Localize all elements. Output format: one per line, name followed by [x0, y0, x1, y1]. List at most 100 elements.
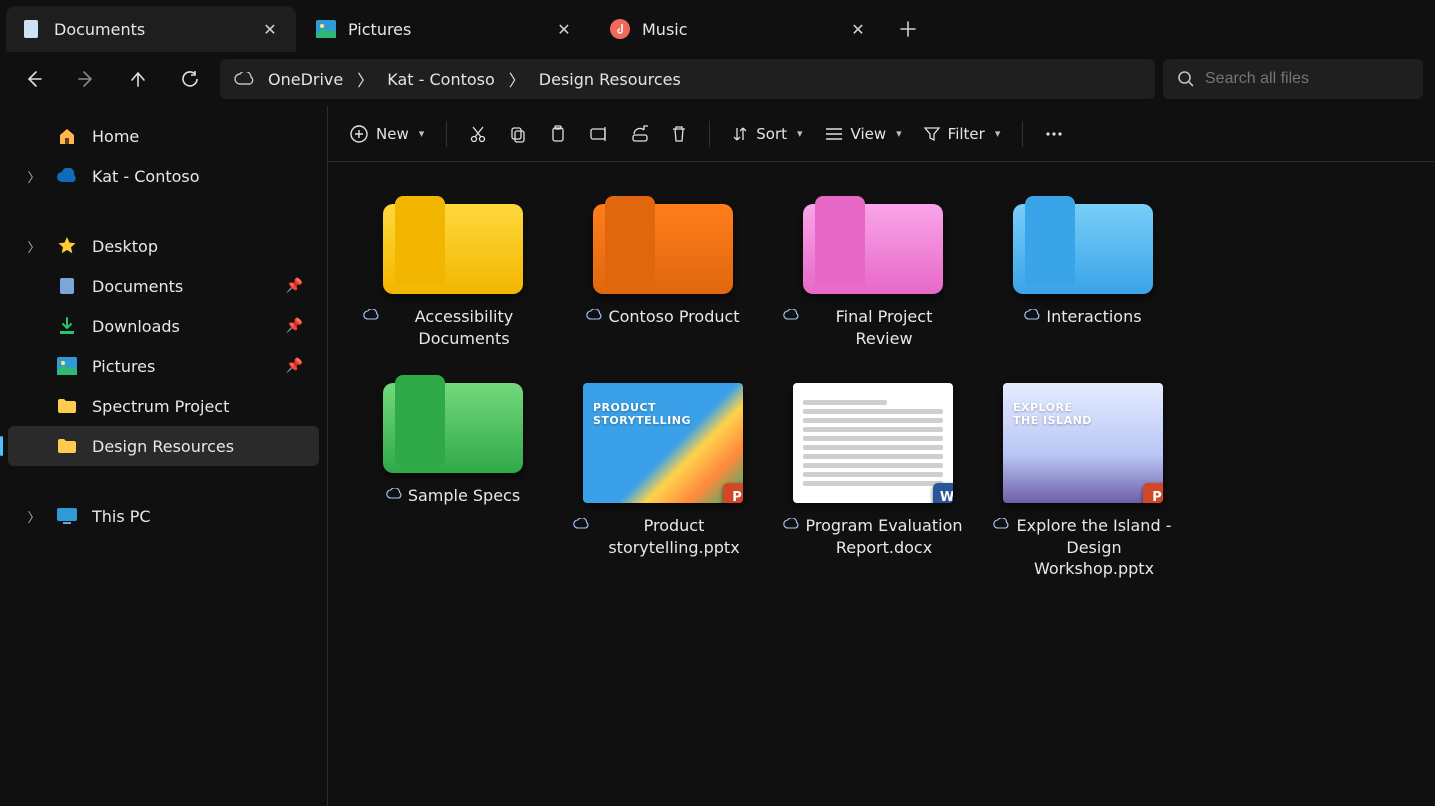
folder-item[interactable]: Accessibility Documents [358, 184, 548, 349]
sidebar-item-label: Pictures [92, 357, 155, 376]
new-tab-button[interactable] [888, 9, 928, 49]
new-button[interactable]: New ▾ [340, 116, 434, 152]
item-label: Contoso Product [586, 306, 739, 328]
sidebar-item-label: Desktop [92, 237, 158, 256]
tab-close-button[interactable]: ✕ [256, 15, 284, 43]
folder-icon [803, 184, 943, 294]
item-label: Final Project Review [783, 306, 963, 349]
pin-icon: 📌 [286, 278, 303, 294]
onedrive-icon [56, 165, 78, 187]
folder-icon [56, 395, 78, 417]
paste-button[interactable] [539, 116, 577, 152]
word-badge-icon: W [933, 483, 953, 503]
item-label: Interactions [1024, 306, 1141, 328]
filter-button[interactable]: Filter ▾ [914, 116, 1011, 152]
documents-icon [22, 19, 42, 39]
folder-item[interactable]: Sample Specs [358, 363, 548, 580]
sidebar-item-label: Downloads [92, 317, 180, 336]
tab-label: Music [642, 20, 832, 39]
powerpoint-badge-icon: P [1143, 483, 1163, 503]
cloud-icon [993, 518, 1009, 530]
search-input[interactable] [1205, 70, 1409, 88]
sidebar-item-onedrive[interactable]: 〉 Kat - Contoso [8, 156, 319, 196]
tab-bar: Documents ✕ Pictures ✕ Music ✕ [0, 0, 1435, 52]
content-pane: New ▾ Sort ▾ View ▾ Filter [328, 106, 1435, 806]
refresh-button[interactable] [168, 59, 212, 99]
sidebar-item-downloads[interactable]: Downloads 📌 [8, 306, 319, 346]
chevron-down-icon: ▾ [419, 127, 425, 140]
sidebar-item-this-pc[interactable]: 〉 This PC [8, 496, 319, 536]
tab-pictures[interactable]: Pictures ✕ [300, 6, 590, 52]
tab-close-button[interactable]: ✕ [550, 15, 578, 43]
sidebar-item-label: Kat - Contoso [92, 167, 200, 186]
more-button[interactable] [1035, 116, 1073, 152]
up-button[interactable] [116, 59, 160, 99]
cloud-icon [586, 309, 602, 321]
cloud-icon [783, 309, 799, 321]
sort-button[interactable]: Sort ▾ [722, 116, 812, 152]
chevron-right-icon: 〉 [26, 507, 42, 526]
rename-button[interactable] [579, 116, 619, 152]
cloud-icon [573, 518, 589, 530]
folder-item[interactable]: Interactions [988, 184, 1178, 349]
pin-icon: 📌 [286, 318, 303, 334]
sidebar-item-label: Documents [92, 277, 183, 296]
cloud-icon [234, 72, 254, 86]
cloud-icon [363, 309, 379, 321]
documents-icon [56, 275, 78, 297]
tab-label: Documents [54, 20, 244, 39]
tab-music[interactable]: Music ✕ [594, 6, 884, 52]
file-thumbnail: PRODUCTSTORYTELLINGP [583, 383, 743, 503]
sidebar-item-design-resources[interactable]: Design Resources [8, 426, 319, 466]
tab-documents[interactable]: Documents ✕ [6, 6, 296, 52]
folder-item[interactable]: Contoso Product [568, 184, 758, 349]
chevron-down-icon: ▾ [797, 127, 803, 140]
copy-button[interactable] [499, 116, 537, 152]
sidebar-item-spectrum[interactable]: Spectrum Project [8, 386, 319, 426]
search-box[interactable] [1163, 59, 1423, 99]
breadcrumb-segment[interactable]: OneDrive [264, 70, 347, 89]
sidebar-item-label: Spectrum Project [92, 397, 229, 416]
star-icon [56, 235, 78, 257]
sidebar-item-desktop[interactable]: 〉 Desktop [8, 226, 319, 266]
file-item[interactable]: WProgram Evaluation Report.docx [778, 363, 968, 580]
file-grid: Accessibility Documents Contoso Product Fi… [328, 162, 1435, 602]
file-item[interactable]: PRODUCTSTORYTELLINGP Product storytelling… [568, 363, 758, 580]
pictures-icon [316, 19, 336, 39]
sidebar-item-home[interactable]: Home [8, 116, 319, 156]
chevron-right-icon: 〉 [509, 67, 525, 91]
folder-icon [383, 363, 523, 473]
folder-item[interactable]: Final Project Review [778, 184, 968, 349]
file-thumbnail: W [793, 383, 953, 503]
sidebar-item-label: This PC [92, 507, 151, 526]
back-button[interactable] [12, 59, 56, 99]
breadcrumb-segment[interactable]: Kat - Contoso [383, 70, 499, 89]
sidebar: Home 〉 Kat - Contoso 〉 Desktop Documents… [0, 106, 328, 806]
forward-button[interactable] [64, 59, 108, 99]
folder-icon [383, 184, 523, 294]
cloud-icon [386, 488, 402, 500]
address-bar[interactable]: OneDrive 〉 Kat - Contoso 〉 Design Resour… [220, 59, 1155, 99]
music-icon [610, 19, 630, 39]
cloud-icon [783, 518, 799, 530]
sidebar-item-label: Design Resources [92, 437, 234, 456]
share-button[interactable] [621, 116, 659, 152]
tab-label: Pictures [348, 20, 538, 39]
view-button[interactable]: View ▾ [815, 116, 912, 152]
sidebar-item-documents[interactable]: Documents 📌 [8, 266, 319, 306]
item-label: Product storytelling.pptx [573, 515, 753, 558]
breadcrumb-segment[interactable]: Design Resources [535, 70, 685, 89]
home-icon [56, 125, 78, 147]
tab-close-button[interactable]: ✕ [844, 15, 872, 43]
delete-button[interactable] [661, 116, 697, 152]
sidebar-item-pictures[interactable]: Pictures 📌 [8, 346, 319, 386]
item-label: Sample Specs [386, 485, 520, 507]
sidebar-item-label: Home [92, 127, 139, 146]
chevron-right-icon: 〉 [357, 67, 373, 91]
file-item[interactable]: EXPLORETHE ISLANDPExplore the Island - D… [988, 363, 1178, 580]
nav-row: OneDrive 〉 Kat - Contoso 〉 Design Resour… [0, 52, 1435, 106]
cut-button[interactable] [459, 116, 497, 152]
folder-icon [593, 184, 733, 294]
command-bar: New ▾ Sort ▾ View ▾ Filter [328, 106, 1435, 162]
chevron-down-icon: ▾ [995, 127, 1001, 140]
